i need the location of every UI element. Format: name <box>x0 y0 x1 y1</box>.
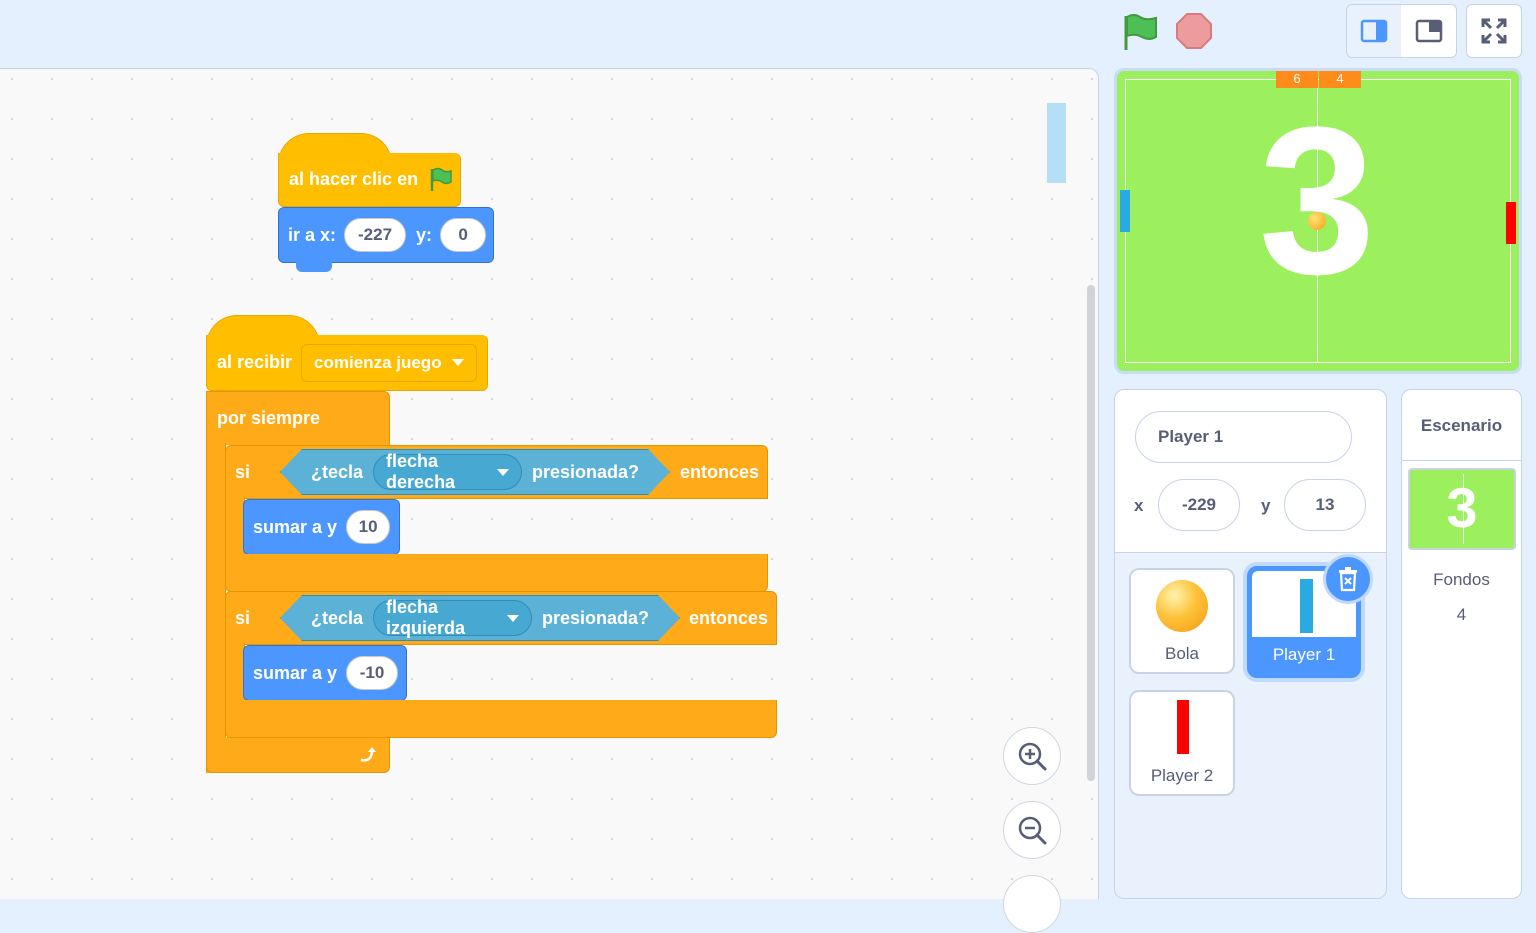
backdrop-thumb-text: 3 <box>1446 476 1478 539</box>
loop-arrow-icon <box>360 746 376 762</box>
sprite-x-input[interactable]: -229 <box>1158 479 1240 531</box>
sprite-y-value: 13 <box>1315 495 1335 514</box>
sprite-tile-bola[interactable]: Bola <box>1129 568 1235 674</box>
ball-thumbnail <box>1156 580 1208 632</box>
chevron-down-icon <box>451 359 464 366</box>
go-to-x-label: ir a x: <box>288 224 337 245</box>
forever-label: por siempre <box>217 408 321 428</box>
key-question-label: ¿tecla <box>311 607 364 628</box>
backdrop-thumbnail[interactable]: 3 <box>1408 468 1516 550</box>
when-receive-label: al recibir <box>217 352 293 372</box>
forever-block[interactable]: por siempre <box>206 391 390 445</box>
sprite-y-input[interactable]: 13 <box>1284 479 1366 531</box>
when-flag-clicked-block[interactable]: al hacer clic en <box>278 153 461 207</box>
stop-icon <box>1176 13 1212 49</box>
pressed-label: presionada? <box>541 607 649 628</box>
key-value: flecha derecha <box>386 451 456 492</box>
if-label: si <box>235 607 251 628</box>
x-label: x <box>1134 496 1144 515</box>
backdrops-count: 4 <box>1456 605 1467 624</box>
sprite-name: Player 1 <box>1272 645 1336 664</box>
ball <box>1308 212 1326 230</box>
zoom-in-icon <box>1018 742 1047 771</box>
sprite-x-value: -229 <box>1181 495 1217 514</box>
key-question-label: ¿tecla <box>311 461 364 482</box>
vertical-scrollbar[interactable] <box>1087 285 1095 781</box>
if-bottom <box>225 554 768 592</box>
if-label: si <box>235 461 251 482</box>
stage-target-pane[interactable]: Escenario 3 Fondos 4 <box>1401 389 1522 899</box>
paddle-red <box>1177 700 1189 754</box>
go-to-y-label: y: <box>416 224 433 245</box>
sprite-name-value: Player 1 <box>1158 427 1224 446</box>
if-arm <box>225 497 245 557</box>
delete-sprite-button[interactable] <box>1323 554 1373 604</box>
zoom-in-button[interactable] <box>1003 727 1061 785</box>
zoom-out-icon <box>1018 816 1047 845</box>
sprite-tile-player2[interactable]: Player 2 <box>1129 690 1235 796</box>
chevron-down-icon <box>497 469 509 476</box>
key-pressed-left[interactable]: ¿tecla flecha izquierda presionada? <box>280 595 680 641</box>
change-y-block-down[interactable]: sumar a y -10 <box>243 645 407 701</box>
when-i-receive-block[interactable]: al recibir comienza juego <box>206 335 488 391</box>
small-stage-button[interactable] <box>1346 4 1402 58</box>
stage[interactable]: 6 4 3 <box>1114 68 1522 374</box>
key-dropdown-right[interactable]: flecha derecha <box>373 454 522 490</box>
forever-bottom <box>206 737 390 773</box>
pressed-label: presionada? <box>531 461 639 482</box>
message-value: comienza juego <box>314 352 442 372</box>
change-y-block-up[interactable]: sumar a y 10 <box>243 499 400 555</box>
countdown-number: 3 <box>1258 83 1376 318</box>
zoom-reset-button[interactable] <box>1003 875 1061 933</box>
then-label: entonces <box>689 607 769 628</box>
message-dropdown[interactable]: comienza juego <box>301 343 477 382</box>
fullscreen-button[interactable] <box>1466 4 1522 58</box>
chevron-down-icon <box>507 615 519 622</box>
stop-button[interactable] <box>1175 12 1213 50</box>
y-label: y <box>1261 496 1271 515</box>
trash-icon <box>1339 567 1357 592</box>
key-value: flecha izquierda <box>386 597 466 638</box>
script-area[interactable]: al hacer clic en ir a x: -227 y: 0 al re… <box>0 68 1099 933</box>
x-input[interactable]: -227 <box>344 218 407 252</box>
sprite-name: Player 2 <box>1150 766 1214 785</box>
when-flag-label: al hacer clic en <box>289 169 419 189</box>
change-y-label: sumar a y <box>253 516 338 537</box>
fullscreen-icon <box>1481 18 1507 44</box>
green-flag-icon <box>430 167 452 191</box>
green-flag-button[interactable] <box>1120 12 1160 52</box>
paddle-blue <box>1300 579 1313 633</box>
key-dropdown-left[interactable]: flecha izquierda <box>373 600 532 636</box>
forever-arm <box>206 443 226 773</box>
zoom-out-button[interactable] <box>1003 801 1061 859</box>
stage-title: Escenario <box>1420 416 1503 435</box>
key-pressed-right[interactable]: ¿tecla flecha derecha presionada? <box>280 449 670 495</box>
change-y-label: sumar a y <box>253 662 338 683</box>
y-input[interactable]: 0 <box>440 218 487 252</box>
go-to-xy-block[interactable]: ir a x: -227 y: 0 <box>278 207 494 263</box>
sprite-name-input[interactable]: Player 1 <box>1135 411 1352 463</box>
player1-paddle <box>1120 190 1130 232</box>
normal-stage-icon <box>1415 19 1442 43</box>
player2-paddle <box>1506 202 1516 244</box>
stage-header-divider <box>1402 460 1521 461</box>
horizontal-scrollbar[interactable] <box>1047 103 1066 183</box>
backdrops-label: Fondos <box>1433 570 1490 589</box>
block-notch <box>296 262 332 272</box>
if-bottom <box>225 700 777 738</box>
sprite-name: Bola <box>1164 644 1200 663</box>
normal-stage-button[interactable] <box>1401 4 1457 58</box>
change-y-input[interactable]: -10 <box>346 656 399 690</box>
if-arm <box>225 643 245 703</box>
then-label: entonces <box>680 461 760 482</box>
change-y-input[interactable]: 10 <box>346 510 391 544</box>
green-flag-icon <box>1124 14 1157 50</box>
small-stage-icon <box>1360 19 1388 43</box>
